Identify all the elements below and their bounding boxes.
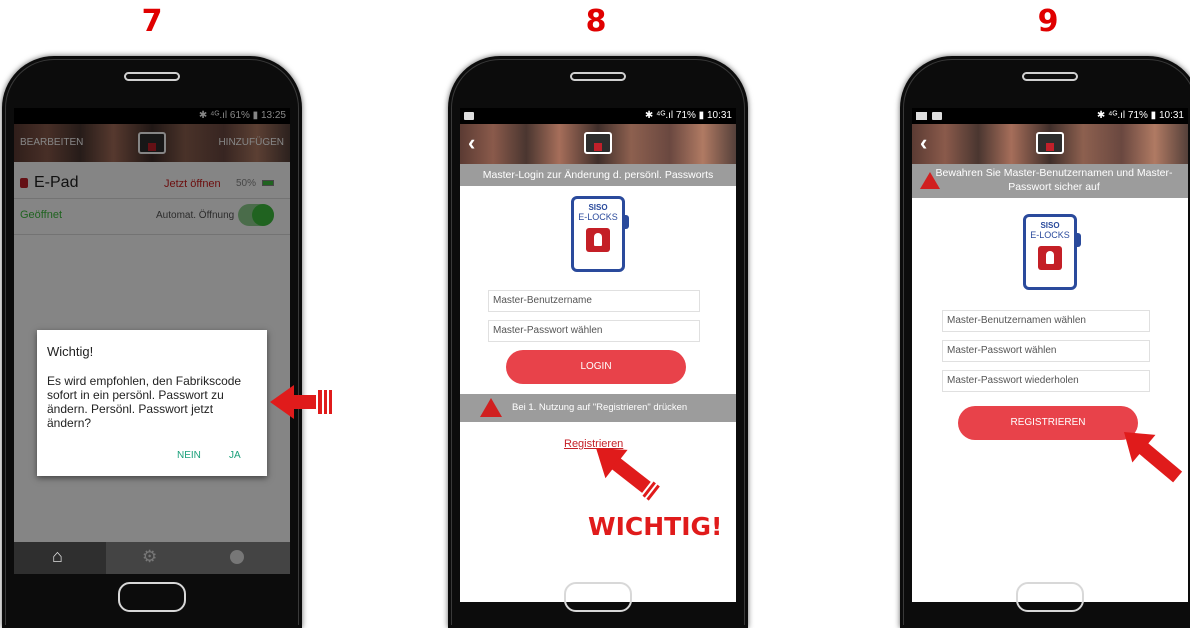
- logo-text-elocks: E-LOCKS: [1030, 230, 1070, 240]
- master-username-input[interactable]: Master-Benutzernamen wählen: [942, 310, 1150, 332]
- phone-step-8: ✱ ⁴ᴳ.ıl 71% ▮ 10:31 ‹ Master-Login zur Ä…: [448, 56, 748, 628]
- master-username-input[interactable]: Master-Benutzername: [488, 290, 700, 312]
- master-password-input[interactable]: Master-Passwort wählen: [942, 340, 1150, 362]
- logo-text-elocks: E-LOCKS: [578, 212, 618, 222]
- back-arrow-icon[interactable]: ‹: [920, 130, 927, 156]
- status-text: ✱ ⁴ᴳ.ıl 71% ▮ 10:31: [1096, 110, 1184, 121]
- phone-step-7: ✱ ⁴ᴳ.ıl 61% ▮ 13:25 BEARBEITEN HINZUFÜGE…: [2, 56, 302, 628]
- warning-icon: [480, 398, 502, 417]
- step-number-9: 9: [1037, 4, 1059, 39]
- banner-text: Bewahren Sie Master-Benutzernamen und Ma…: [935, 167, 1173, 193]
- screen: ✱ ⁴ᴳ.ıl 61% ▮ 13:25 BEARBEITEN HINZUFÜGE…: [14, 108, 290, 574]
- back-arrow-icon[interactable]: ‹: [468, 130, 475, 156]
- status-bar: ✱ ⁴ᴳ.ıl 71% ▮ 10:31: [460, 108, 736, 124]
- step-number-7: 7: [141, 4, 163, 39]
- home-hardware-button[interactable]: [564, 582, 632, 612]
- gear-icon[interactable]: ⚙: [142, 547, 157, 567]
- keyhole-icon: [1038, 246, 1062, 270]
- siso-elocks-logo: SISO E-LOCKS: [1023, 214, 1081, 290]
- home-icon: ⌂: [52, 546, 63, 566]
- image-notification-icon: [932, 112, 942, 120]
- keyhole-icon: [586, 228, 610, 252]
- step-number-8: 8: [585, 4, 607, 39]
- first-use-notice: Bei 1. Nutzung auf "Registrieren" drücke…: [460, 394, 736, 422]
- tab-home[interactable]: ⌂: [14, 542, 106, 574]
- no-button[interactable]: NEIN: [177, 450, 201, 461]
- dialog-title: Wichtig!: [47, 344, 94, 359]
- screen: ✱ ⁴ᴳ.ıl 71% ▮ 10:31 ‹ Bewahren Sie Maste…: [912, 108, 1188, 602]
- status-text: ✱ ⁴ᴳ.ıl 71% ▮ 10:31: [644, 110, 732, 121]
- important-callout: WICHTIG!: [588, 512, 723, 541]
- master-password-input[interactable]: Master-Passwort wählen: [488, 320, 700, 342]
- login-banner: Master-Login zur Änderung d. persönl. Pa…: [460, 164, 736, 186]
- app-logo-icon: [584, 132, 612, 154]
- important-dialog: Wichtig! Es wird empfohlen, den Fabriksc…: [37, 330, 267, 476]
- logo-text-siso: SISO: [588, 203, 608, 212]
- phone-step-9: ✱ ⁴ᴳ.ıl 71% ▮ 10:31 ‹ Bewahren Sie Maste…: [900, 56, 1190, 628]
- app-bar: ‹: [912, 124, 1188, 164]
- speaker-grille: [124, 72, 180, 81]
- mail-notification-icon: [916, 112, 927, 120]
- dialog-message: Es wird empfohlen, den Fabrikscode sofor…: [47, 374, 242, 430]
- register-button[interactable]: REGISTRIEREN: [958, 406, 1138, 440]
- logo-text-siso: SISO: [1040, 221, 1060, 230]
- siso-elocks-logo: SISO E-LOCKS: [571, 196, 629, 272]
- register-banner: Bewahren Sie Master-Benutzernamen und Ma…: [912, 164, 1188, 198]
- login-button[interactable]: LOGIN: [506, 350, 686, 384]
- image-notification-icon: [464, 112, 474, 120]
- notice-text: Bei 1. Nutzung auf "Registrieren" drücke…: [512, 402, 688, 413]
- tab-bar: ⌂ ⚙: [14, 542, 290, 574]
- speaker-grille: [1022, 72, 1078, 81]
- status-bar: ✱ ⁴ᴳ.ıl 71% ▮ 10:31: [912, 108, 1188, 124]
- info-icon[interactable]: [230, 550, 244, 564]
- speaker-grille: [570, 72, 626, 81]
- app-logo-icon: [1036, 132, 1064, 154]
- master-password-repeat-input[interactable]: Master-Passwort wiederholen: [942, 370, 1150, 392]
- yes-button[interactable]: JA: [229, 450, 241, 461]
- app-bar: ‹: [460, 124, 736, 164]
- home-hardware-button[interactable]: [118, 582, 186, 612]
- home-hardware-button[interactable]: [1016, 582, 1084, 612]
